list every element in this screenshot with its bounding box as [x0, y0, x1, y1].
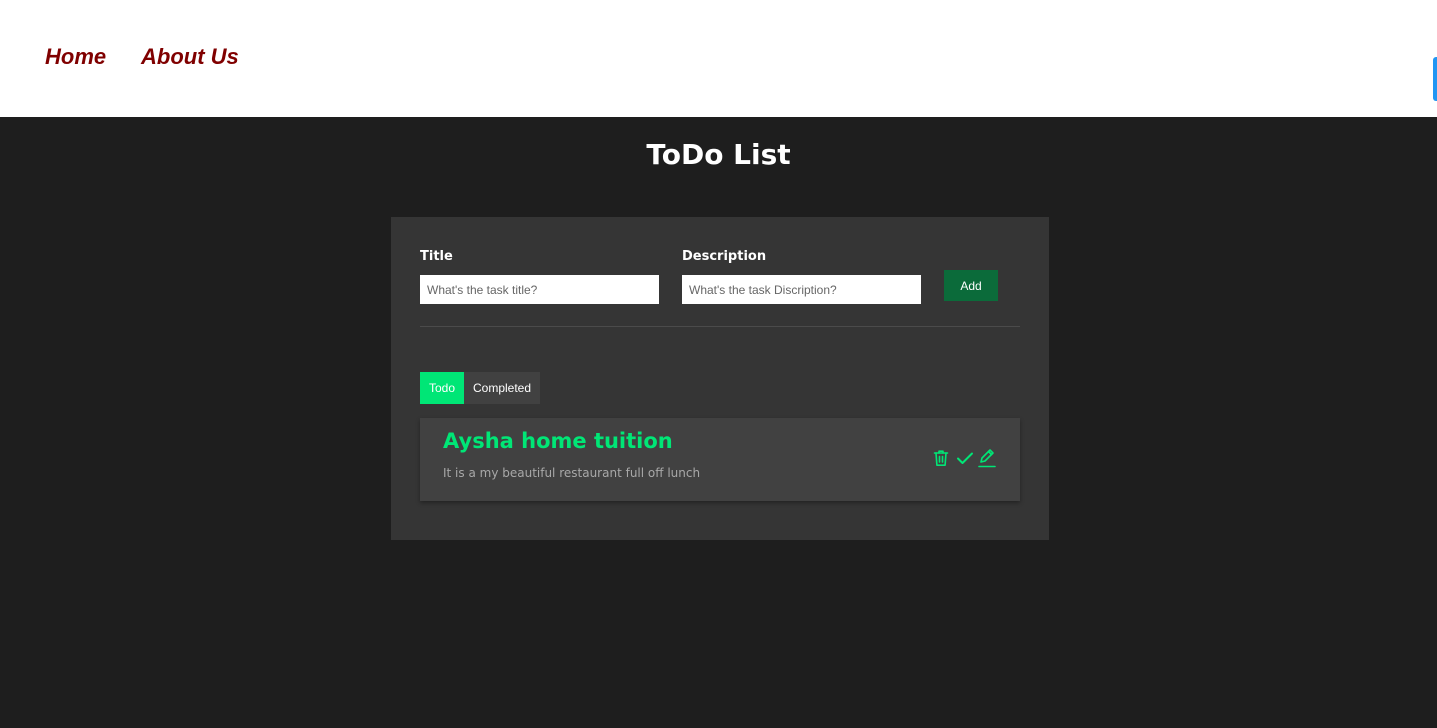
todo-wrapper: Title Description Add Todo Completed Ays… [391, 217, 1049, 540]
todo-item-title: Aysha home tuition [443, 429, 673, 453]
pencil-icon[interactable] [977, 448, 997, 468]
description-input[interactable] [682, 275, 921, 304]
title-label: Title [420, 249, 453, 264]
edge-button[interactable] [1433, 57, 1437, 101]
divider [420, 326, 1020, 327]
check-icon[interactable] [955, 448, 975, 468]
tab-todo[interactable]: Todo [420, 372, 464, 404]
page-title: ToDo List [646, 138, 791, 171]
top-navbar: Home About Us [0, 0, 1437, 117]
title-input[interactable] [420, 275, 659, 304]
description-label: Description [682, 249, 767, 264]
todo-item-description: It is a my beautiful restaurant full off… [443, 466, 701, 480]
tab-completed[interactable]: Completed [464, 372, 540, 404]
nav-link-about-us[interactable]: About Us [141, 44, 239, 70]
add-button[interactable]: Add [944, 270, 998, 301]
todo-list-item: Aysha home tuition It is a my beautiful … [420, 418, 1020, 501]
nav-link-home[interactable]: Home [45, 44, 106, 70]
trash-icon[interactable] [931, 448, 951, 468]
